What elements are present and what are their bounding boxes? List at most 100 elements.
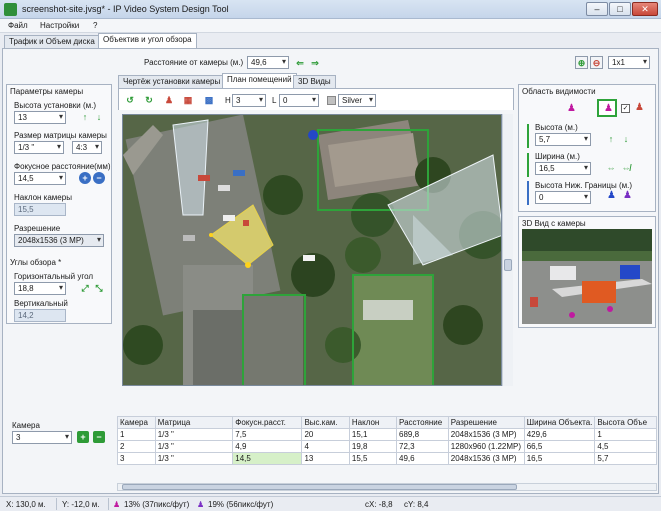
cameras-table[interactable]: Камера Матрица Фокусн.расст. Выс.кам. На…: [117, 416, 657, 465]
distance-combo[interactable]: 49,6: [247, 56, 289, 69]
zoom-out-icon[interactable]: ⊖: [590, 56, 603, 69]
cell[interactable]: 49,6: [396, 452, 449, 465]
height-label: Высота установки (м.): [14, 101, 96, 110]
cell[interactable]: 1/3 ": [154, 440, 234, 453]
area-icon[interactable]: ▩: [203, 94, 215, 106]
col-distance[interactable]: Расстояние: [396, 416, 449, 429]
menu-settings[interactable]: Настройки: [40, 21, 79, 30]
vis-width-expand-icon[interactable]: ⇔: [605, 162, 617, 174]
horizontal-angle-combo[interactable]: 18,8: [14, 282, 66, 295]
vis-width-shrink-icon[interactable]: ⇎: [620, 162, 632, 174]
rotate-right-icon[interactable]: ↻: [143, 94, 155, 106]
col-object-height[interactable]: Высота Объе: [594, 416, 657, 429]
cell[interactable]: 4,9: [232, 440, 303, 453]
expand-icon[interactable]: ⤢: [79, 282, 91, 294]
col-resolution[interactable]: Разрешение: [447, 416, 525, 429]
menu-file[interactable]: Файл: [8, 21, 28, 30]
color-combo[interactable]: Silver: [338, 94, 376, 107]
person-pink-icon: ♟: [604, 103, 613, 114]
l-combo[interactable]: 0: [279, 94, 319, 107]
add-camera-button[interactable]: +: [77, 431, 89, 443]
focal-minus-icon[interactable]: −: [93, 172, 105, 184]
cell[interactable]: 2048x1536 (3 MP): [447, 452, 525, 465]
table-row[interactable]: 1 1/3 " 7,5 20 15,1 689,8 2048x1536 (3 M…: [117, 428, 657, 441]
vis-height-down-icon[interactable]: ↓: [620, 133, 632, 145]
cell[interactable]: 689,8: [396, 428, 449, 441]
close-button[interactable]: ✕: [632, 2, 658, 16]
collapse-icon[interactable]: ⤡: [93, 282, 105, 294]
cell[interactable]: 20: [301, 428, 350, 441]
table-row[interactable]: 2 1/3 " 4,9 4 19,8 72,3 1280x960 (1.22MP…: [117, 440, 657, 453]
table-horizontal-scrollbar[interactable]: [117, 483, 657, 491]
h-combo[interactable]: 3: [232, 94, 266, 107]
cell[interactable]: 429,6: [523, 428, 596, 441]
arrows-right-icon[interactable]: ⇒: [309, 57, 321, 69]
vis-height-combo[interactable]: 5,7: [535, 133, 591, 146]
floor-plan-map[interactable]: [122, 114, 502, 386]
menu-help[interactable]: ?: [93, 21, 97, 30]
cell[interactable]: 3: [117, 452, 156, 465]
cell[interactable]: 16,5: [523, 452, 596, 465]
zoom-combo[interactable]: 1x1: [608, 56, 650, 69]
cell[interactable]: 1/3 ": [154, 428, 234, 441]
cell[interactable]: 5,7: [594, 452, 657, 465]
distance-label: Расстояние от камеры (м.): [144, 58, 244, 67]
cell[interactable]: 1/3 ": [154, 452, 234, 465]
tab-installation-drawing[interactable]: Чертёж установки камеры: [118, 75, 226, 88]
cell[interactable]: 7,5: [232, 428, 303, 441]
table-row[interactable]: 3 1/3 " 14,5 13 15,5 49,6 2048x1536 (3 M…: [117, 452, 657, 465]
cell[interactable]: 4: [301, 440, 350, 453]
menu-bar: Файл Настройки ?: [0, 19, 661, 33]
focal-plus-icon[interactable]: +: [79, 172, 91, 184]
camera-combo[interactable]: 3: [12, 431, 72, 444]
maximize-button[interactable]: □: [609, 2, 631, 16]
cell[interactable]: 2: [117, 440, 156, 453]
vis-height-up-icon[interactable]: ↑: [605, 133, 617, 145]
map-scroll-thumb[interactable]: [504, 259, 512, 271]
tab-traffic[interactable]: Трафик и Объем диска: [4, 35, 100, 48]
cell-selected[interactable]: 14,5: [232, 452, 303, 465]
cell[interactable]: 13: [301, 452, 350, 465]
cell[interactable]: 15,1: [348, 428, 398, 441]
focal-combo[interactable]: 14,5: [14, 172, 66, 185]
arrow-down-icon[interactable]: ↓: [93, 111, 105, 123]
person-icon[interactable]: ♟: [163, 94, 175, 106]
wall-icon[interactable]: ▦: [182, 94, 194, 106]
visibility-checkbox[interactable]: ✓: [621, 104, 630, 113]
col-sensor[interactable]: Матрица: [154, 416, 234, 429]
tab-floor-plan[interactable]: План помещений: [222, 73, 297, 88]
aspect-combo[interactable]: 4:3: [72, 141, 102, 154]
col-object-width[interactable]: Ширина Объекта.: [523, 416, 596, 429]
remove-camera-button[interactable]: −: [93, 431, 105, 443]
sensor-combo[interactable]: 1/3 ": [14, 141, 64, 154]
col-focal[interactable]: Фокусн.расст.: [232, 416, 303, 429]
table-scroll-thumb[interactable]: [122, 484, 517, 490]
cell[interactable]: 66,5: [523, 440, 596, 453]
cell[interactable]: 1: [117, 428, 156, 441]
tilt-field[interactable]: 15,5: [14, 203, 66, 216]
cell[interactable]: 72,3: [396, 440, 449, 453]
view3d-image: [522, 229, 652, 324]
cell[interactable]: 15,5: [348, 452, 398, 465]
height-combo[interactable]: 13: [14, 111, 66, 124]
arrow-up-icon[interactable]: ↑: [79, 111, 91, 123]
zoom-in-icon[interactable]: ⊕: [575, 56, 588, 69]
tab-lens[interactable]: Объектив и угол обзора: [98, 33, 197, 48]
col-height[interactable]: Выс.кам.: [301, 416, 350, 429]
map-vertical-scrollbar[interactable]: [502, 114, 513, 386]
cell[interactable]: 2048x1536 (3 MP): [447, 428, 525, 441]
cell[interactable]: 19,8: [348, 440, 398, 453]
rotate-left-icon[interactable]: ↺: [124, 94, 136, 106]
vis-lower-combo[interactable]: 0: [535, 191, 591, 204]
tab-3d-views[interactable]: 3D Виды: [293, 75, 336, 88]
col-camera[interactable]: Камера: [117, 416, 156, 429]
vis-width-combo[interactable]: 16,5: [535, 162, 591, 175]
vertical-angle-field[interactable]: 14,2: [14, 309, 66, 322]
col-tilt[interactable]: Наклон: [348, 416, 398, 429]
cell[interactable]: 1280x960 (1.22MP): [447, 440, 525, 453]
cell[interactable]: 1: [594, 428, 657, 441]
resolution-combo[interactable]: 2048x1536 (3 MP): [14, 234, 104, 247]
arrows-left-icon[interactable]: ⇐: [294, 57, 306, 69]
minimize-button[interactable]: –: [586, 2, 608, 16]
cell[interactable]: 4,5: [594, 440, 657, 453]
